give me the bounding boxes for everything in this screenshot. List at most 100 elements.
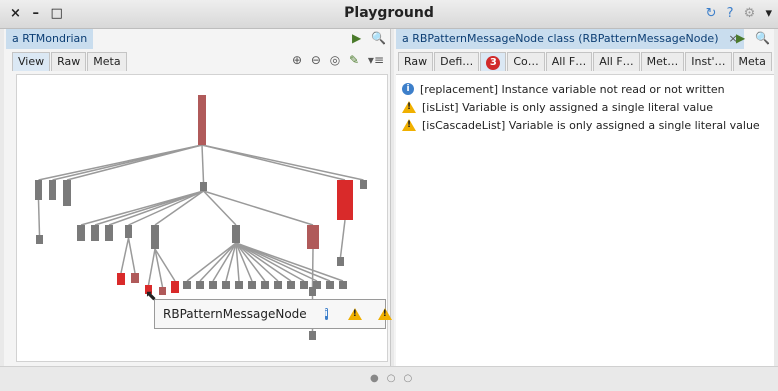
export-icon[interactable]: ✎: [349, 53, 359, 67]
tree-node[interactable]: [196, 281, 204, 289]
tree-node[interactable]: [313, 281, 321, 289]
tree-node[interactable]: [171, 281, 179, 293]
view-tools: ⊕ ⊖ ◎ ✎ ▾≡: [287, 53, 384, 67]
tab-definition[interactable]: Defi…: [434, 52, 480, 71]
warning-icon: [347, 308, 362, 320]
tree-node[interactable]: [274, 281, 282, 289]
tree-edge: [186, 242, 237, 282]
tree-node[interactable]: [309, 331, 316, 340]
tree-node[interactable]: [36, 235, 43, 244]
right-pane-actions: ▶ 🔍: [730, 31, 770, 45]
tree-edge: [235, 242, 305, 282]
list-item[interactable]: [isList] Variable is only assigned a sin…: [396, 98, 774, 116]
tree-node[interactable]: [300, 281, 308, 289]
tree-node[interactable]: [117, 273, 125, 285]
tree-node[interactable]: [235, 281, 243, 289]
tree-edge: [120, 237, 130, 274]
tooltip-label: RBPatternMessageNode: [163, 307, 307, 321]
zoom-reset-icon[interactable]: ◎: [330, 53, 340, 67]
dropdown-icon[interactable]: ▾: [765, 6, 772, 21]
inspect-icon[interactable]: 🔍: [755, 31, 770, 45]
tree-node[interactable]: [209, 281, 217, 289]
mouse-cursor-icon: ⬉: [145, 288, 157, 304]
tree-node[interactable]: [198, 95, 206, 145]
tree-edge: [154, 190, 204, 226]
left-pane-header: a RTMondrian ▶ 🔍: [4, 29, 390, 49]
tab-instances[interactable]: Inst'…: [685, 52, 732, 71]
tab-all-fields-1[interactable]: All F…: [545, 52, 593, 71]
help-icon[interactable]: ?: [727, 6, 734, 21]
tree-node[interactable]: [200, 182, 207, 191]
tree-edge: [147, 248, 156, 286]
tree-edge: [108, 190, 204, 226]
tab-meta[interactable]: Meta: [87, 52, 127, 71]
sync-icon[interactable]: ↻: [706, 6, 717, 21]
warning-icon: [377, 308, 392, 320]
tree-node[interactable]: [131, 273, 139, 283]
critique-count-badge: 3: [486, 56, 501, 70]
tree-edge: [66, 144, 203, 181]
tree-edge: [201, 144, 205, 183]
window-title: Playground: [344, 5, 434, 21]
right-pane-title-text: a RBPatternMessageNode class (RBPatternM…: [402, 32, 719, 45]
tab-all-fields-2[interactable]: All F…: [593, 52, 640, 71]
right-pane-header: a RBPatternMessageNode class (RBPatternM…: [394, 29, 774, 49]
warning-icon: [402, 119, 416, 131]
tree-edge: [339, 219, 346, 258]
tree-node[interactable]: [287, 281, 295, 289]
tree-node[interactable]: [222, 281, 230, 289]
tab-view[interactable]: View: [12, 52, 51, 71]
tree-node[interactable]: [105, 225, 113, 241]
tree-node[interactable]: [125, 225, 132, 238]
left-pane-title[interactable]: a RTMondrian: [6, 29, 94, 49]
tab-meta[interactable]: Meta: [732, 52, 772, 71]
critique-text: [isList] Variable is only assigned a sin…: [422, 100, 713, 114]
warning-icon: [402, 101, 416, 113]
tree-node[interactable]: [232, 225, 240, 243]
list-item[interactable]: [isCascadeList] Variable is only assigne…: [396, 116, 774, 134]
tree-node[interactable]: [337, 257, 344, 266]
settings-icon[interactable]: ⚙: [744, 6, 756, 21]
list-item[interactable]: i [replacement] Instance variable not re…: [396, 80, 774, 98]
page-indicator[interactable]: ●○○: [370, 373, 420, 384]
window-tools: ↻ ? ⚙ ▾: [700, 6, 772, 21]
info-icon: i: [324, 308, 328, 320]
tab-raw[interactable]: Raw: [51, 52, 87, 71]
tree-node[interactable]: [360, 180, 367, 189]
inspect-icon[interactable]: 🔍: [371, 31, 386, 45]
tree-node[interactable]: [248, 281, 256, 289]
tree-node[interactable]: [183, 281, 191, 289]
critique-text: [replacement] Instance variable not read…: [420, 82, 725, 96]
right-pane-title[interactable]: a RBPatternMessageNode class (RBPatternM…: [396, 29, 744, 49]
tree-edge: [235, 242, 344, 282]
zoom-out-icon[interactable]: ⊖: [311, 53, 321, 67]
tree-node[interactable]: [63, 180, 71, 206]
right-tab-bar: Raw Defi… 3 Co… All F… All F… Met… Inst'…: [394, 51, 774, 71]
tree-node[interactable]: [151, 225, 159, 249]
menu-icon[interactable]: ▾≡: [368, 53, 384, 67]
browse-icon[interactable]: ▶: [352, 31, 361, 45]
tab-critiques[interactable]: 3: [480, 52, 507, 71]
tree-node[interactable]: [159, 287, 166, 295]
browse-icon[interactable]: ▶: [736, 31, 745, 45]
tab-raw[interactable]: Raw: [398, 52, 434, 71]
tree-node[interactable]: [337, 180, 353, 220]
info-icon: i: [402, 83, 414, 95]
tree-edge: [311, 248, 314, 288]
tree-node[interactable]: [339, 281, 347, 289]
tree-edge: [212, 242, 237, 282]
tree-node[interactable]: [91, 225, 99, 241]
tree-node[interactable]: [35, 180, 42, 200]
tab-comment[interactable]: Co…: [507, 52, 545, 71]
tab-methods[interactable]: Met…: [640, 52, 685, 71]
tree-node[interactable]: [261, 281, 269, 289]
critiques-list: i [replacement] Instance variable not re…: [396, 74, 774, 367]
tree-node[interactable]: [77, 225, 85, 241]
zoom-in-icon[interactable]: ⊕: [292, 53, 302, 67]
tree-node[interactable]: [307, 225, 319, 249]
tree-edge: [37, 199, 41, 236]
tree-edge: [235, 242, 279, 282]
tree-node[interactable]: [49, 180, 56, 200]
tree-node[interactable]: [326, 281, 334, 289]
tree-edge: [201, 144, 364, 181]
